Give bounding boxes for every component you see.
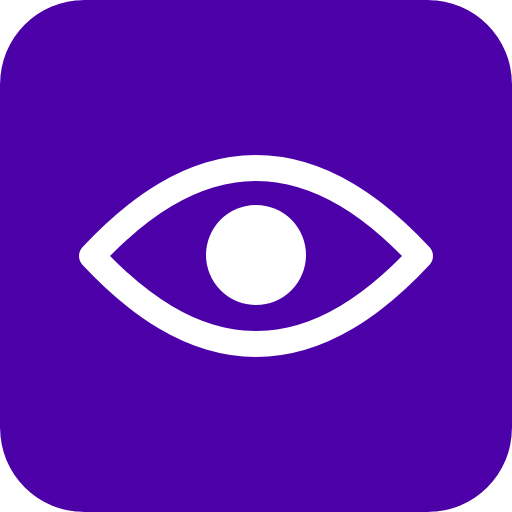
eye-icon bbox=[0, 0, 512, 512]
app-icon[interactable] bbox=[0, 0, 512, 512]
eye-pupil bbox=[206, 205, 306, 305]
